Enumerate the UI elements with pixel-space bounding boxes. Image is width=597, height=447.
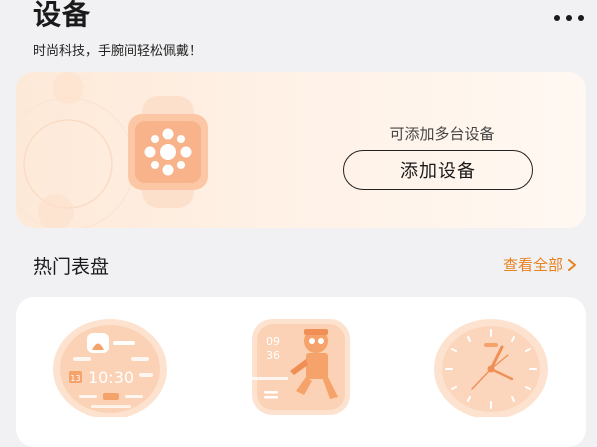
watch-faces-card: 13 10:30 09 36 — [16, 297, 586, 447]
view-all-link[interactable]: 查看全部 — [503, 254, 577, 276]
face-time: 10:30 — [88, 368, 134, 387]
page-subtitle: 时尚科技，手腕间轻松佩戴！ — [33, 44, 203, 59]
watch-face-round-digital[interactable]: 13 10:30 — [51, 317, 169, 417]
chevron-right-icon — [568, 259, 577, 271]
face-hour: 09 — [266, 335, 280, 348]
face-minute: 36 — [266, 349, 280, 362]
watch-face-analog-dial[interactable] — [432, 317, 550, 417]
add-device-button[interactable]: 添加设备 — [343, 150, 533, 190]
more-options-icon[interactable] — [554, 10, 584, 26]
face-date: 13 — [70, 374, 80, 383]
view-all-label: 查看全部 — [503, 256, 564, 274]
multi-device-hint: 可添加多台设备 — [389, 125, 495, 143]
page-title: 设备 — [33, 0, 92, 31]
section-title-popular-faces: 热门表盘 — [33, 256, 110, 278]
add-device-card: 可添加多台设备 添加设备 — [16, 72, 586, 228]
watch-face-square-character[interactable]: 09 36 — [252, 319, 350, 415]
smartwatch-icon — [128, 96, 208, 208]
